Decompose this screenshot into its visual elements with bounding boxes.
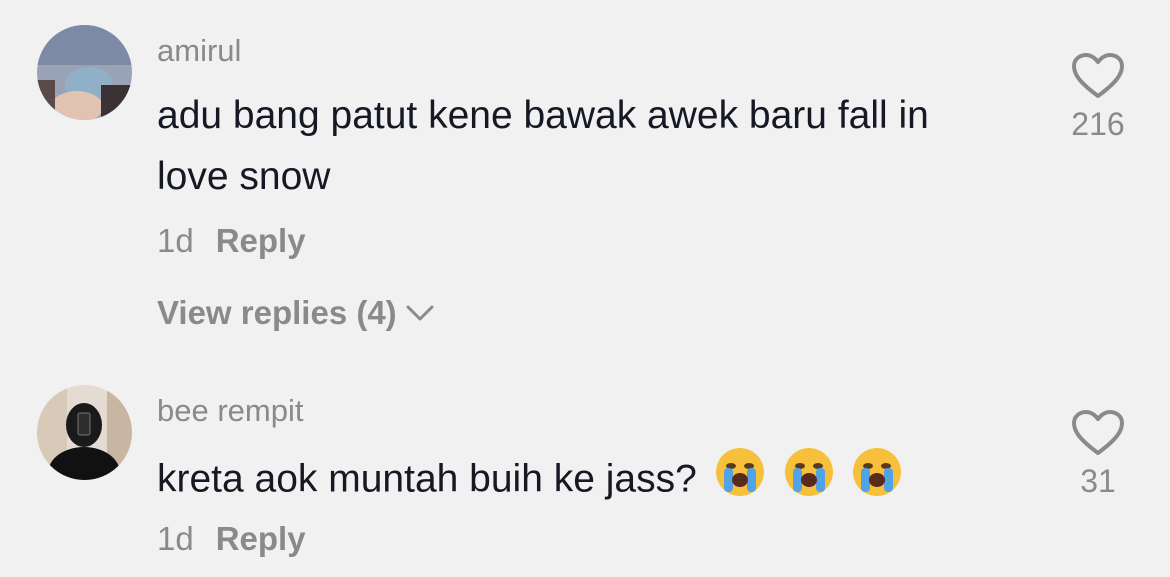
comment-meta: 1d Reply: [157, 520, 306, 558]
comment-time: 1d: [157, 222, 194, 259]
comment-time: 1d: [157, 520, 194, 557]
comment-text: kreta aok muntah buih ke jass?: [157, 446, 1007, 516]
comment-text: adu bang patut kene bawak awek baru fall…: [157, 94, 929, 198]
username[interactable]: amirul: [157, 33, 241, 69]
heart-icon: [1072, 53, 1124, 98]
loudly-crying-face-icon: [851, 446, 903, 516]
chevron-down-icon: [406, 305, 434, 321]
like-button[interactable]: 216: [1068, 52, 1128, 143]
like-count: 31: [1080, 463, 1116, 499]
username[interactable]: bee rempit: [157, 393, 303, 429]
like-count: 216: [1071, 106, 1125, 142]
view-replies-label: View replies (4): [157, 294, 397, 331]
profile-photo-icon: [37, 25, 132, 120]
heart-icon: [1072, 410, 1124, 455]
profile-photo-icon: [37, 385, 132, 480]
reply-button[interactable]: Reply: [216, 222, 306, 259]
view-replies-button[interactable]: View replies (4): [157, 294, 435, 332]
avatar[interactable]: [37, 25, 132, 120]
comment-meta: 1d Reply: [157, 222, 306, 260]
reply-button[interactable]: Reply: [216, 520, 306, 557]
comment-text-body: kreta aok muntah buih ke jass?: [157, 457, 697, 501]
loudly-crying-face-icon: [783, 446, 835, 516]
like-button[interactable]: 31: [1068, 409, 1128, 500]
loudly-crying-face-icon: [714, 446, 766, 516]
avatar[interactable]: [37, 385, 132, 480]
